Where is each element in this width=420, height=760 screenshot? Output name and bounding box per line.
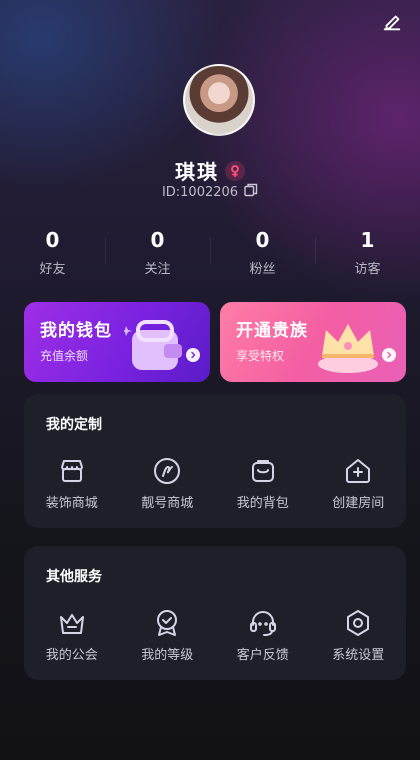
chevron-right-icon — [382, 348, 396, 362]
grid-label: 我的背包 — [236, 496, 289, 511]
system-settings-item[interactable]: 系统设置 — [311, 608, 407, 663]
custom-panel-title: 我的定制 — [46, 417, 102, 433]
grid-label: 靓号商城 — [141, 496, 194, 511]
shop-icon — [57, 456, 87, 486]
grid-label: 创建房间 — [332, 496, 385, 511]
backpack-icon — [248, 456, 278, 486]
stat-label: 好友 — [39, 262, 66, 277]
user-id: ID:1002206 — [161, 184, 239, 200]
edit-pencil-icon — [383, 15, 401, 31]
stat-value: 1 — [360, 228, 375, 252]
wallet-bag-icon — [124, 320, 182, 370]
stat-value: 0 — [150, 228, 165, 252]
decoration-shop-item[interactable]: 装饰商城 — [24, 456, 120, 511]
stats-bar: 0 好友 0 关注 0 粉丝 1 访客 — [0, 228, 420, 277]
user-name: 琪琪 — [175, 160, 219, 184]
my-level-item[interactable]: 我的等级 — [120, 608, 216, 663]
copy-icon — [244, 183, 258, 197]
stat-value: 0 — [255, 228, 270, 252]
chevron-right-icon — [186, 348, 200, 362]
copy-id-button[interactable] — [244, 183, 258, 201]
wallet-title: 我的钱包 — [40, 321, 112, 341]
headset-icon — [248, 608, 278, 638]
grid-label: 客户反馈 — [236, 648, 289, 663]
backpack-item[interactable]: 我的背包 — [215, 456, 311, 511]
services-panel-title: 其他服务 — [46, 569, 102, 585]
stat-value: 0 — [45, 228, 60, 252]
customer-feedback-item[interactable]: 客户反馈 — [215, 608, 311, 663]
stat-following[interactable]: 0 关注 — [105, 228, 210, 277]
stat-visitors[interactable]: 1 访客 — [315, 228, 420, 277]
pretty-number-shop-item[interactable]: 靓号商城 — [120, 456, 216, 511]
services-panel: 其他服务 我的公会 我的等级 客户反馈 系统设置 — [24, 546, 406, 680]
female-gender-icon — [225, 160, 245, 181]
grid-label: 装饰商城 — [45, 496, 98, 511]
pretty-number-icon — [152, 456, 182, 486]
grid-label: 我的公会 — [45, 648, 98, 663]
create-room-icon — [343, 456, 373, 486]
create-room-item[interactable]: 创建房间 — [311, 456, 407, 511]
noble-title: 开通贵族 — [236, 321, 308, 341]
stat-label: 粉丝 — [249, 262, 276, 277]
stat-label: 访客 — [354, 262, 381, 277]
stat-friends[interactable]: 0 好友 — [0, 228, 105, 277]
avatar[interactable] — [183, 64, 255, 136]
my-guild-item[interactable]: 我的公会 — [24, 608, 120, 663]
wallet-card[interactable]: 我的钱包 充值余额 — [24, 302, 210, 382]
grid-label: 我的等级 — [141, 648, 194, 663]
stat-fans[interactable]: 0 粉丝 — [210, 228, 315, 277]
grid-label: 系统设置 — [332, 648, 385, 663]
custom-panel: 我的定制 装饰商城 靓号商城 我的背包 创建房间 — [24, 394, 406, 528]
guild-crown-icon — [57, 608, 87, 638]
noble-subtitle: 享受特权 — [236, 349, 285, 363]
wallet-subtitle: 充值余额 — [40, 349, 89, 363]
crown-icon — [318, 324, 378, 373]
settings-icon — [343, 608, 373, 638]
noble-card[interactable]: 开通贵族 享受特权 — [220, 302, 406, 382]
edit-profile-button[interactable] — [380, 10, 404, 34]
level-medal-icon — [152, 608, 182, 638]
stat-label: 关注 — [144, 262, 171, 277]
